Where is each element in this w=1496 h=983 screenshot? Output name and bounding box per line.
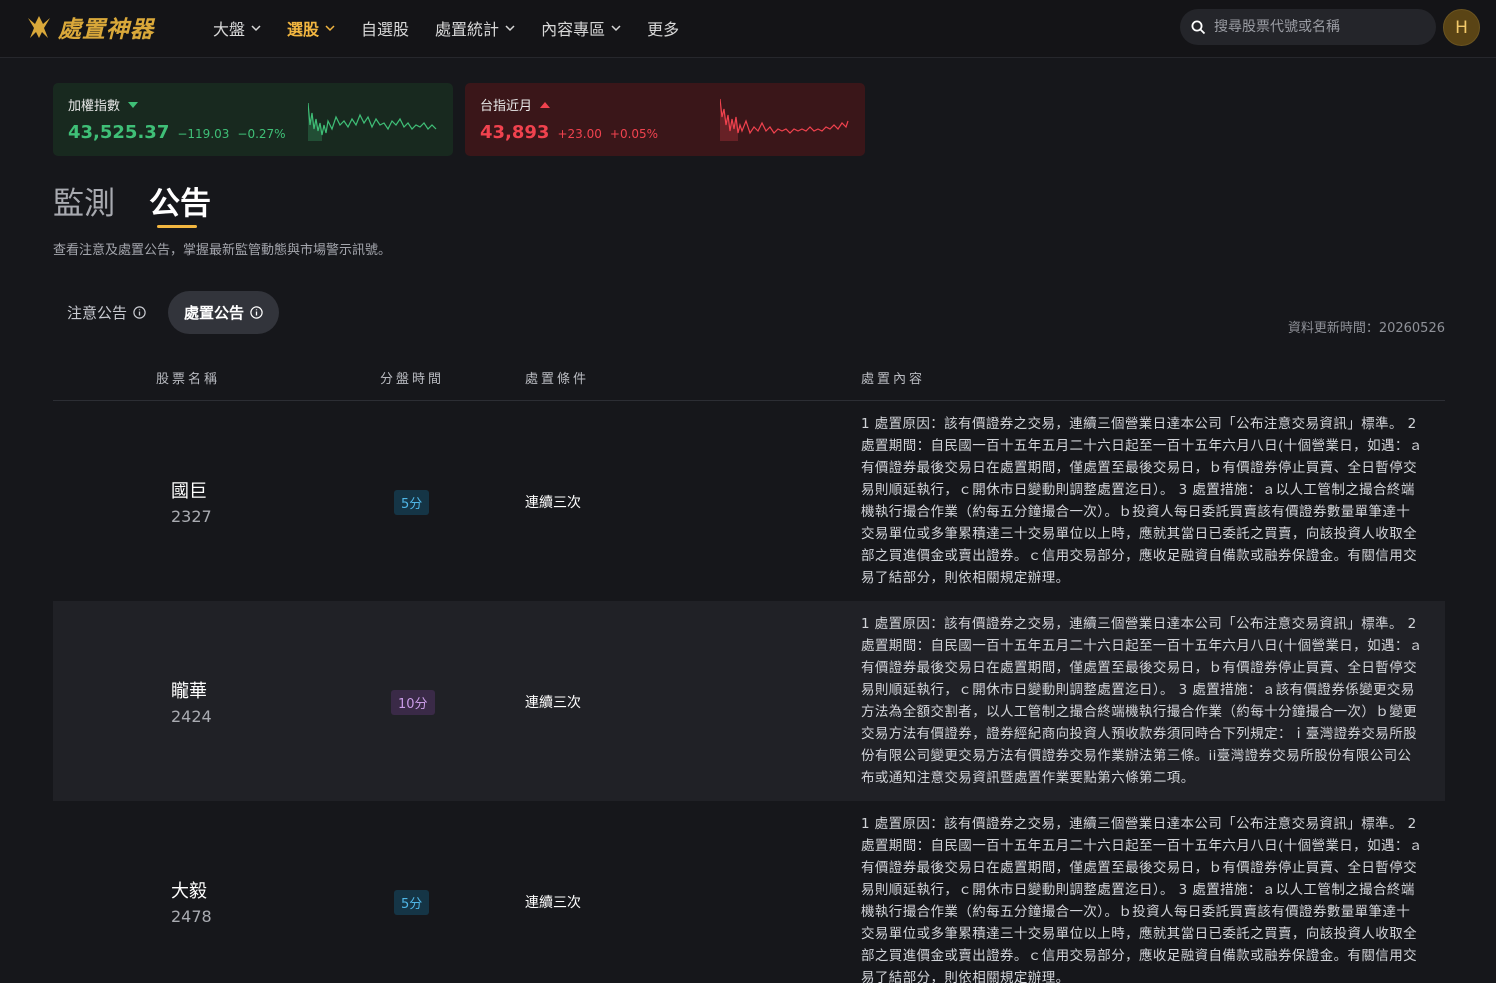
header-interval: 分盤時間 bbox=[380, 372, 445, 387]
disposition-content: 1 處置原因：該有價證券之交易，連續三個營業日達本公司「公布注意交易資訊」標準。… bbox=[861, 616, 1423, 786]
tab-monitor[interactable]: 監測 bbox=[53, 178, 115, 223]
table-header: 股票名稱 分盤時間 處置條件 處置內容 bbox=[53, 356, 1445, 401]
subtab-attention[interactable]: 注意公告 bbox=[53, 291, 160, 334]
search-input[interactable] bbox=[1214, 19, 1424, 35]
nav-item-label: 內容專區 bbox=[541, 20, 606, 39]
stock-name: 大毅 bbox=[171, 881, 207, 902]
chevron-down-icon bbox=[611, 25, 621, 32]
chevron-down-icon bbox=[505, 25, 515, 32]
nav-item-market[interactable]: 大盤 bbox=[213, 16, 261, 40]
search-icon bbox=[1191, 20, 1206, 34]
announcement-subtabs: 注意公告 處置公告 bbox=[53, 291, 280, 334]
info-icon[interactable] bbox=[250, 306, 263, 319]
nav-item-more[interactable]: 更多 bbox=[647, 16, 679, 40]
info-icon[interactable] bbox=[133, 306, 146, 319]
triangle-down-icon bbox=[128, 101, 139, 108]
interval-badge: 5分 bbox=[394, 490, 430, 515]
condition-text: 連續三次 bbox=[525, 895, 581, 911]
tab-announcements[interactable]: 公告 bbox=[149, 178, 211, 223]
top-nav: 處置神器 大盤 選股 自選股 處置統計 內容專區 更多 H bbox=[0, 0, 1496, 58]
index-change: +23.00 bbox=[557, 127, 602, 141]
subtab-label: 注意公告 bbox=[67, 304, 128, 322]
index-value: 43,893 bbox=[480, 122, 550, 143]
nav-menu: 大盤 選股 自選股 處置統計 內容專區 更多 bbox=[213, 0, 705, 56]
table-row[interactable]: 矓華 2424 10分 連續三次 1 處置原因：該有價證券之交易，連續三個營業日… bbox=[53, 601, 1445, 801]
nav-item-label: 處置統計 bbox=[435, 20, 500, 39]
stock-cell[interactable]: 矓華 2424 bbox=[171, 677, 251, 726]
brand-name: 處置神器 bbox=[58, 16, 154, 43]
sparkline-chart bbox=[720, 98, 849, 141]
index-value: 43,525.37 bbox=[68, 122, 170, 143]
condition-text: 連續三次 bbox=[525, 495, 581, 511]
subtab-label: 處置公告 bbox=[184, 304, 245, 322]
nav-item-watchlist[interactable]: 自選股 bbox=[361, 16, 409, 40]
stock-code: 2327 bbox=[171, 507, 212, 526]
stock-code: 2478 bbox=[171, 907, 212, 926]
logo-icon bbox=[28, 16, 50, 38]
index-change: −119.03 bbox=[177, 127, 230, 141]
stock-cell[interactable]: 國巨 2327 bbox=[171, 477, 251, 526]
interval-badge: 10分 bbox=[391, 690, 435, 715]
data-updated-time: 資料更新時間：20260526 bbox=[1287, 321, 1445, 336]
index-percent: −0.27% bbox=[237, 127, 286, 141]
nav-item-label: 選股 bbox=[287, 20, 320, 39]
stock-name: 國巨 bbox=[171, 481, 207, 502]
nav-item-content[interactable]: 內容專區 bbox=[541, 16, 621, 40]
nav-item-label: 更多 bbox=[647, 20, 680, 39]
index-name: 台指近月 bbox=[480, 99, 533, 114]
table-row[interactable]: 國巨 2327 5分 連續三次 1 處置原因：該有價證券之交易，連續三個營業日達… bbox=[53, 401, 1445, 601]
condition-text: 連續三次 bbox=[525, 695, 581, 711]
index-name: 加權指數 bbox=[68, 99, 121, 114]
nav-item-statistics[interactable]: 處置統計 bbox=[435, 16, 515, 40]
subtab-disposition[interactable]: 處置公告 bbox=[168, 291, 280, 334]
search-box[interactable] bbox=[1180, 9, 1436, 45]
disposition-content: 1 處置原因：該有價證券之交易，連續三個營業日達本公司「公布注意交易資訊」標準。… bbox=[861, 416, 1423, 586]
nav-item-screener[interactable]: 選股 bbox=[287, 16, 335, 40]
triangle-up-icon bbox=[540, 101, 551, 108]
table-row[interactable]: 大毅 2478 5分 連續三次 1 處置原因：該有價證券之交易，連續三個營業日達… bbox=[53, 801, 1445, 983]
interval-badge: 5分 bbox=[394, 890, 430, 915]
disposition-content: 1 處置原因：該有價證券之交易，連續三個營業日達本公司「公布注意交易資訊」標準。… bbox=[861, 816, 1423, 983]
avatar[interactable]: H bbox=[1443, 9, 1480, 46]
nav-item-label: 自選股 bbox=[361, 20, 410, 39]
page-subtitle: 查看注意及處置公告，掌握最新監管動態與市場警示訊號。 bbox=[53, 243, 392, 258]
index-card-taiex[interactable]: 加權指數 43,525.37 −119.03 −0.27% bbox=[53, 83, 453, 156]
page-tabs: 監測 公告 bbox=[53, 178, 211, 223]
active-tab-indicator bbox=[157, 225, 197, 228]
header-stock-name: 股票名稱 bbox=[156, 372, 221, 387]
header-content: 處置內容 bbox=[861, 372, 926, 387]
index-percent: +0.05% bbox=[609, 127, 659, 141]
index-card-futures[interactable]: 台指近月 43,893 +23.00 +0.05% bbox=[465, 83, 865, 156]
chevron-down-icon bbox=[251, 25, 261, 32]
sparkline-chart bbox=[308, 102, 437, 141]
stock-code: 2424 bbox=[171, 707, 212, 726]
header-condition: 處置條件 bbox=[525, 372, 590, 387]
chevron-down-icon bbox=[325, 25, 335, 32]
nav-item-label: 大盤 bbox=[213, 20, 246, 39]
stock-cell[interactable]: 大毅 2478 bbox=[171, 877, 251, 926]
stock-name: 矓華 bbox=[171, 681, 207, 702]
brand-logo[interactable]: 處置神器 bbox=[24, 9, 154, 45]
